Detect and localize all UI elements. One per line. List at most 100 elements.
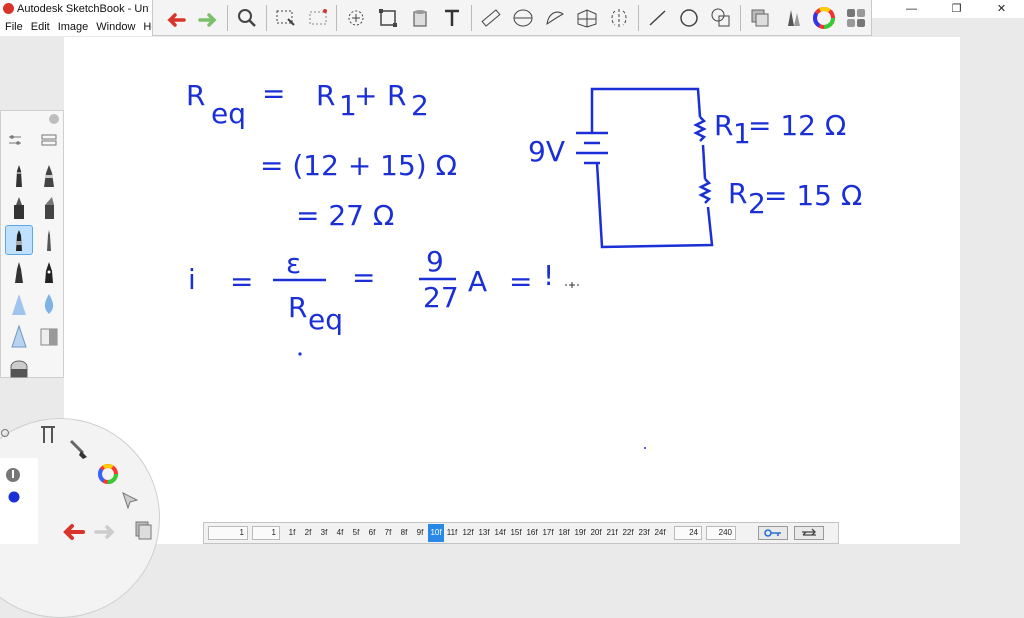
perspective-icon[interactable]: [572, 2, 602, 34]
eq4-frac-den: 27: [423, 281, 459, 314]
menu-window[interactable]: Window: [96, 18, 135, 36]
timeline-frame[interactable]: 11f: [444, 524, 460, 542]
color-wheel-icon[interactable]: [809, 2, 839, 34]
timeline-frame[interactable]: 16f: [524, 524, 540, 542]
lagoon-pen-indicator-icon[interactable]: [4, 466, 22, 484]
timeline-frame[interactable]: 15f: [508, 524, 524, 542]
text-icon[interactable]: [437, 2, 467, 34]
eq4-tail: !: [543, 259, 554, 292]
marker-icon[interactable]: [5, 193, 33, 223]
close-icon[interactable]: [49, 114, 59, 124]
smudge-icon[interactable]: [5, 353, 33, 383]
eq4-den-sub: eq: [308, 303, 343, 336]
restore-button[interactable]: ❐: [934, 0, 979, 18]
key-frame-icon[interactable]: [758, 526, 788, 540]
menu-file[interactable]: File: [5, 18, 23, 36]
eq1-plus: +: [354, 79, 377, 112]
timeline-frame[interactable]: 19f: [572, 524, 588, 542]
timeline-frame[interactable]: 13f: [476, 524, 492, 542]
lagoon-color-wheel-icon[interactable]: [95, 461, 121, 487]
timeline-frame[interactable]: 7f: [380, 524, 396, 542]
timeline-frame[interactable]: 22f: [620, 524, 636, 542]
timeline-frame[interactable]: 17f: [540, 524, 556, 542]
zoom-icon[interactable]: [232, 2, 262, 34]
pencil-icon[interactable]: [5, 161, 33, 191]
end-frame-field[interactable]: 240: [706, 526, 736, 540]
eq3: = 27 Ω: [296, 199, 394, 232]
copic-icon[interactable]: [841, 2, 871, 34]
airbrush-icon[interactable]: [5, 289, 33, 319]
undo-icon[interactable]: [161, 2, 191, 34]
r1-label: R: [714, 109, 733, 142]
eraser-icon[interactable]: [35, 321, 63, 351]
lagoon-undo-icon[interactable]: [60, 518, 88, 542]
line-icon[interactable]: [643, 2, 673, 34]
drawing-canvas[interactable]: R eq = R 1 + R 2 = (12 + 15) Ω = 27 Ω i …: [64, 37, 960, 544]
fineliner-icon[interactable]: [35, 225, 63, 255]
timeline-frame[interactable]: 20f: [588, 524, 604, 542]
timeline-frame[interactable]: 2f: [300, 524, 316, 542]
current-color-swatch[interactable]: [7, 490, 21, 504]
ballpoint-pen-icon[interactable]: [5, 225, 33, 255]
shape-icon[interactable]: [706, 2, 736, 34]
toolbar-divider: [336, 4, 338, 31]
timeline-frame[interactable]: 10f: [428, 524, 444, 542]
minimize-button[interactable]: —: [889, 0, 934, 18]
brush-palette: [0, 110, 64, 378]
timeline-frame[interactable]: 4f: [332, 524, 348, 542]
eq4-den: R: [288, 291, 307, 324]
french-curve-icon[interactable]: [540, 2, 570, 34]
circle-icon[interactable]: [675, 2, 705, 34]
loop-icon[interactable]: [794, 526, 824, 540]
select-magic-icon[interactable]: [303, 2, 333, 34]
timeline-frame[interactable]: 1f: [284, 524, 300, 542]
ruler-icon[interactable]: [476, 2, 506, 34]
lagoon-select-icon[interactable]: [118, 488, 142, 512]
toolbar-divider: [637, 4, 639, 31]
ink-dot: [298, 352, 302, 356]
redo-icon[interactable]: [193, 2, 223, 34]
start-frame-field[interactable]: 1: [208, 526, 248, 540]
crosshair-cursor-icon: [565, 282, 579, 288]
timeline-frame[interactable]: 23f: [636, 524, 652, 542]
brush-library-icon[interactable]: [777, 2, 807, 34]
calligraphy-pen-icon[interactable]: [35, 257, 63, 287]
paint-brush-icon[interactable]: [5, 321, 33, 351]
main-toolbar: [152, 0, 872, 36]
timeline-frame[interactable]: 8f: [396, 524, 412, 542]
timeline-frame[interactable]: 5f: [348, 524, 364, 542]
brush-library-icon[interactable]: [41, 133, 57, 147]
watercolor-icon[interactable]: [35, 289, 63, 319]
ellipse-guide-icon[interactable]: [508, 2, 538, 34]
timeline-frame[interactable]: 24f: [652, 524, 668, 542]
timeline-frame[interactable]: 6f: [364, 524, 380, 542]
lagoon-brush-icon[interactable]: [66, 436, 92, 462]
r2-label: R: [728, 177, 747, 210]
timeline-frame[interactable]: 12f: [460, 524, 476, 542]
brush-properties-icon[interactable]: [7, 133, 23, 147]
menu-image[interactable]: Image: [58, 18, 89, 36]
current-frame-field[interactable]: 1: [252, 526, 280, 540]
lagoon-settings-icon[interactable]: [0, 428, 10, 438]
felt-pen-icon[interactable]: [5, 257, 33, 287]
symmetry-icon[interactable]: [604, 2, 634, 34]
r1-value: = 12 Ω: [748, 109, 846, 142]
fps-field[interactable]: 24: [674, 526, 702, 540]
menu-edit[interactable]: Edit: [31, 18, 50, 36]
timeline-frame[interactable]: 3f: [316, 524, 332, 542]
timeline-frame[interactable]: 9f: [412, 524, 428, 542]
move-icon[interactable]: [341, 2, 371, 34]
lagoon-layers-icon[interactable]: [132, 518, 154, 542]
crop-icon[interactable]: [373, 2, 403, 34]
lagoon-tools-icon[interactable]: [36, 420, 60, 446]
layers-icon[interactable]: [745, 2, 775, 34]
lagoon-redo-icon[interactable]: [92, 520, 118, 542]
timeline-frame[interactable]: 14f: [492, 524, 508, 542]
timeline-frame[interactable]: 18f: [556, 524, 572, 542]
fill-icon[interactable]: [405, 2, 435, 34]
close-button[interactable]: ✕: [979, 0, 1024, 18]
ink-pen-icon[interactable]: [35, 161, 63, 191]
select-rect-icon[interactable]: [271, 2, 301, 34]
timeline-frame[interactable]: 21f: [604, 524, 620, 542]
chisel-marker-icon[interactable]: [35, 193, 63, 223]
